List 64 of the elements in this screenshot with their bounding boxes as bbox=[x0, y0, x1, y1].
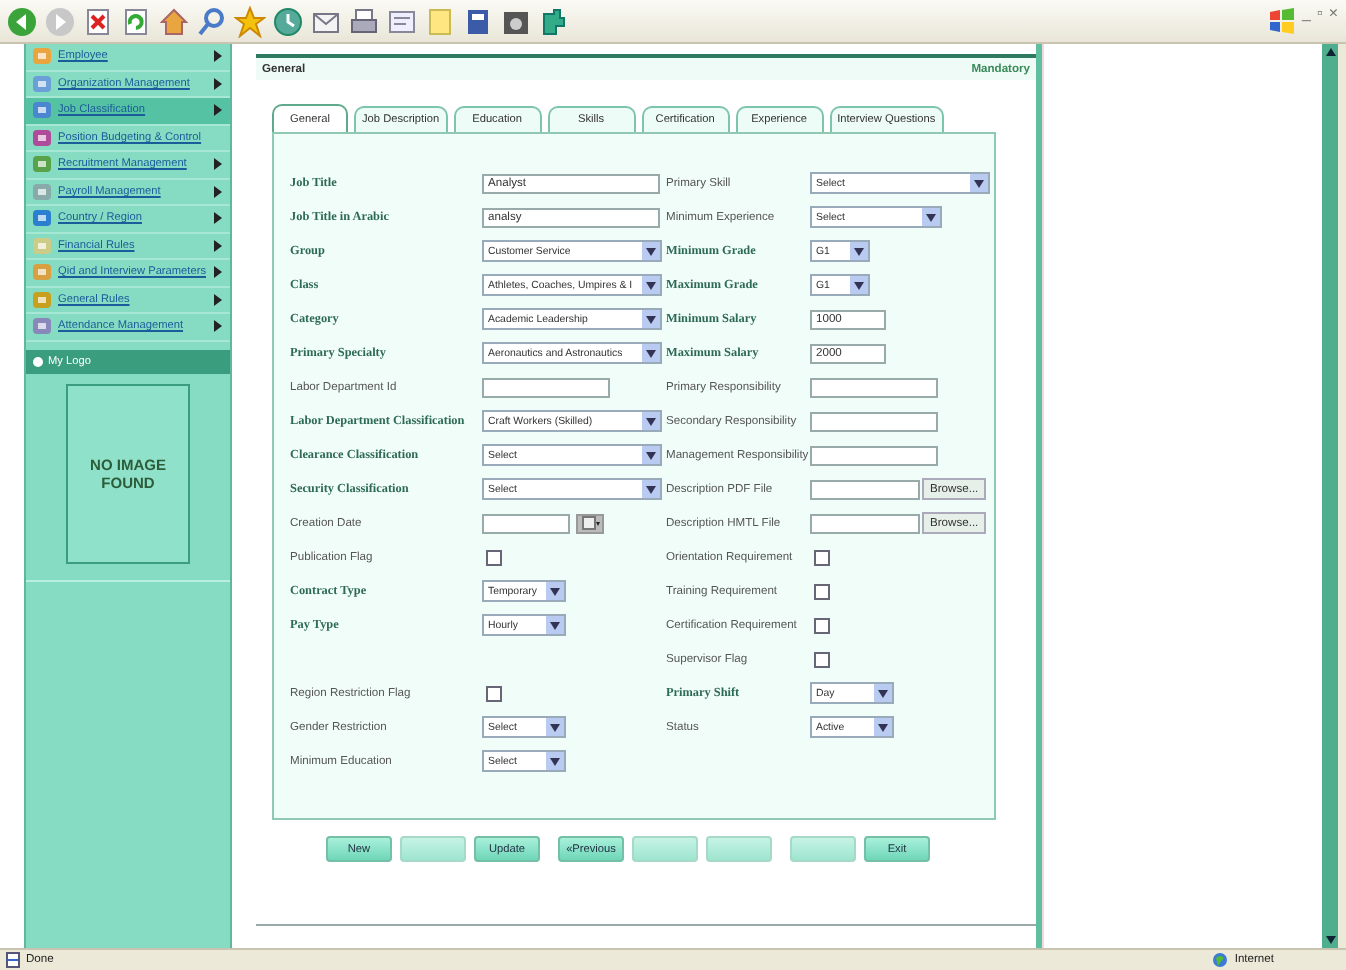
caret-icon bbox=[646, 349, 656, 357]
module-icon bbox=[32, 181, 52, 202]
input-field[interactable] bbox=[810, 411, 938, 431]
window-control[interactable]: _ bbox=[1302, 0, 1311, 28]
module-icon bbox=[32, 208, 52, 229]
module-icon bbox=[32, 154, 52, 175]
back-icon[interactable] bbox=[6, 5, 38, 37]
caret-icon bbox=[926, 213, 936, 221]
checkbox[interactable] bbox=[486, 685, 502, 701]
printer-icon[interactable] bbox=[348, 5, 380, 37]
checkbox[interactable] bbox=[814, 583, 830, 599]
stop-icon[interactable] bbox=[82, 5, 114, 37]
document-icon[interactable] bbox=[386, 5, 418, 37]
input-field[interactable] bbox=[482, 377, 610, 397]
window-control[interactable]: × bbox=[1328, 0, 1338, 28]
caret-icon bbox=[878, 689, 888, 697]
caret-icon bbox=[878, 723, 888, 731]
checkbox[interactable] bbox=[814, 549, 830, 565]
globe-icon bbox=[1212, 952, 1229, 968]
calendar-button[interactable] bbox=[576, 513, 604, 533]
module-icon bbox=[32, 262, 52, 283]
input-field[interactable] bbox=[810, 445, 938, 465]
module-icon bbox=[32, 316, 52, 337]
windows-logo-icon bbox=[1268, 7, 1297, 35]
checkbox[interactable] bbox=[814, 651, 830, 667]
puzzle-icon[interactable] bbox=[538, 5, 570, 37]
module-icon bbox=[32, 235, 52, 256]
module-icon bbox=[32, 127, 52, 148]
search-icon[interactable] bbox=[196, 5, 228, 37]
book-icon[interactable] bbox=[462, 5, 494, 37]
module-icon bbox=[32, 46, 52, 67]
caret-icon bbox=[646, 281, 656, 289]
calendar-icon bbox=[581, 516, 599, 530]
caret-icon bbox=[550, 587, 560, 595]
up-arrow-icon bbox=[1325, 48, 1335, 56]
caret-icon bbox=[646, 315, 656, 323]
date-field[interactable] bbox=[482, 513, 570, 533]
caret-icon bbox=[854, 247, 864, 255]
input-field[interactable] bbox=[810, 377, 938, 397]
caret-icon bbox=[854, 281, 864, 289]
module-icon bbox=[32, 73, 52, 94]
caret-icon bbox=[646, 485, 656, 493]
module-icon bbox=[32, 289, 52, 310]
home-icon[interactable] bbox=[158, 5, 190, 37]
star-icon[interactable] bbox=[234, 5, 266, 37]
caret-icon bbox=[550, 723, 560, 731]
file-path-field[interactable] bbox=[810, 513, 920, 533]
caret-icon bbox=[550, 621, 560, 629]
circle-icon bbox=[32, 355, 44, 367]
caret-icon bbox=[646, 247, 656, 255]
caret-icon bbox=[646, 451, 656, 459]
down-arrow-icon bbox=[1325, 936, 1335, 944]
caret-icon bbox=[646, 417, 656, 425]
window-control[interactable]: ▫ bbox=[1316, 0, 1323, 28]
scrollbar[interactable] bbox=[1322, 44, 1338, 948]
page-icon bbox=[6, 952, 20, 968]
file-path-field[interactable] bbox=[810, 479, 920, 499]
caret-icon bbox=[550, 757, 560, 765]
checkbox[interactable] bbox=[814, 617, 830, 633]
clock-icon[interactable] bbox=[272, 5, 304, 37]
checkbox[interactable] bbox=[486, 549, 502, 565]
module-icon bbox=[32, 100, 52, 121]
refresh-icon[interactable] bbox=[120, 5, 152, 37]
caret-icon bbox=[974, 179, 984, 187]
